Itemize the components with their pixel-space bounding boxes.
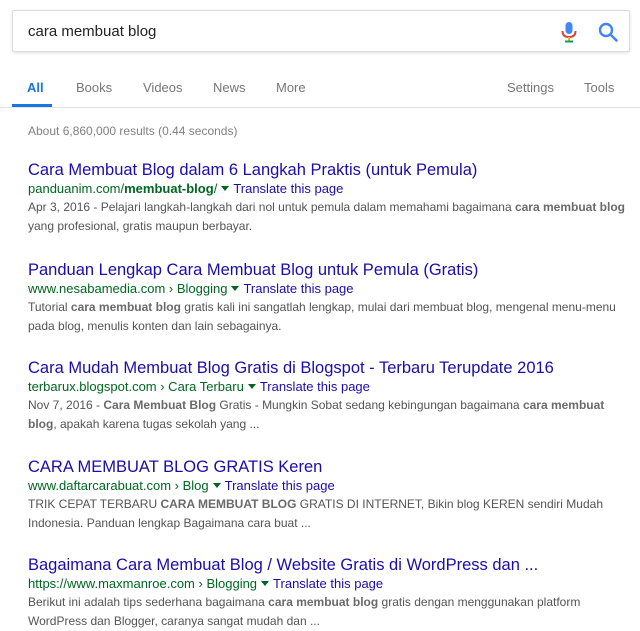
snippet-keyword: Cara Membuat Blog: [103, 398, 217, 412]
result-url-text: www.daftarcarabuat.com › Blog: [28, 478, 209, 493]
snippet-keyword: cara membuat blog: [70, 300, 181, 314]
search-header: cara membuat blog All Books Videos News …: [0, 0, 640, 108]
tab-books[interactable]: Books: [76, 80, 112, 95]
snippet-keyword: cara membuat blog: [268, 595, 379, 609]
dropdown-arrow-icon[interactable]: [231, 286, 240, 292]
search-input[interactable]: cara membuat blog: [28, 23, 156, 40]
result-snippet: Nov 7, 2016 - Cara Membuat Blog Gratis -…: [28, 398, 605, 431]
result-snippet: Berikut ini adalah tips sederhana bagaim…: [28, 595, 581, 628]
search-tabs: All Books Videos News More Settings Tool…: [0, 72, 640, 108]
result-url: terbarux.blogspot.com › Cara Terbaru Tran…: [28, 378, 628, 396]
snippet-keyword: cara membuat blog: [514, 200, 625, 214]
result-snippet: Apr 3, 2016 - Pelajari langkah-langkah d…: [28, 200, 625, 233]
result-snippet: TRIK CEPAT TERBARU CARA MEMBUAT BLOG GRA…: [28, 497, 603, 530]
result-url-text: https://www.maxmanroe.com › Blogging: [28, 576, 258, 591]
dropdown-arrow-icon[interactable]: [212, 483, 221, 489]
translate-link[interactable]: Translate this page: [225, 478, 335, 493]
translate-link[interactable]: Translate this page: [233, 181, 343, 196]
dropdown-arrow-icon[interactable]: [247, 384, 256, 390]
tab-videos[interactable]: Videos: [143, 80, 183, 95]
result-title-link[interactable]: Bagaimana Cara Membuat Blog / Website Gr…: [28, 555, 628, 575]
result-url-text: terbarux.blogspot.com › Cara Terbaru: [28, 379, 244, 394]
result-url: panduanim.com/membuat-blog/ Translate thi…: [28, 180, 628, 198]
dropdown-arrow-icon[interactable]: [261, 581, 270, 587]
search-box[interactable]: cara membuat blog: [12, 10, 630, 52]
translate-link[interactable]: Translate this page: [260, 379, 370, 394]
tab-all[interactable]: All: [27, 80, 44, 95]
result-snippet: Tutorial cara membuat blog gratis kali i…: [28, 300, 616, 333]
snippet-keyword: CARA MEMBUAT BLOG: [160, 497, 297, 511]
active-tab-indicator: [12, 104, 52, 107]
tab-more[interactable]: More: [276, 80, 306, 95]
result-title-link[interactable]: CARA MEMBUAT BLOG GRATIS Keren: [28, 457, 628, 477]
result-title-link[interactable]: Panduan Lengkap Cara Membuat Blog untuk …: [28, 260, 628, 280]
translate-link[interactable]: Translate this page: [243, 281, 353, 296]
result-url: www.daftarcarabuat.com › Blog Translate t…: [28, 477, 628, 495]
tab-news[interactable]: News: [213, 80, 246, 95]
search-result: Bagaimana Cara Membuat Blog / Website Gr…: [28, 555, 628, 631]
search-result: Cara Membuat Blog dalam 6 Langkah Prakti…: [28, 160, 628, 236]
microphone-icon[interactable]: [559, 21, 579, 43]
search-result: CARA MEMBUAT BLOG GRATIS Keren www.daftar…: [28, 457, 628, 533]
result-url-suffix: /: [213, 181, 218, 196]
result-title-link[interactable]: Cara Mudah Membuat Blog Gratis di Blogsp…: [28, 358, 628, 378]
tab-tools[interactable]: Tools: [584, 80, 614, 95]
result-url-highlight: membuat-blog: [124, 181, 214, 196]
translate-link[interactable]: Translate this page: [273, 576, 383, 591]
result-url-text: panduanim.com/: [28, 181, 125, 196]
magnifier-icon[interactable]: [597, 21, 619, 43]
dropdown-arrow-icon[interactable]: [221, 186, 230, 192]
result-url: https://www.maxmanroe.com › Blogging Tran…: [28, 575, 628, 593]
result-title-link[interactable]: Cara Membuat Blog dalam 6 Langkah Prakti…: [28, 160, 628, 180]
result-url: www.nesabamedia.com › Blogging Translate …: [28, 280, 628, 298]
search-result: Cara Mudah Membuat Blog Gratis di Blogsp…: [28, 358, 628, 434]
result-stats: About 6,860,000 results (0.44 seconds): [28, 124, 238, 138]
result-url-text: www.nesabamedia.com › Blogging: [28, 281, 228, 296]
search-result: Panduan Lengkap Cara Membuat Blog untuk …: [28, 260, 628, 336]
tab-settings[interactable]: Settings: [507, 80, 554, 95]
